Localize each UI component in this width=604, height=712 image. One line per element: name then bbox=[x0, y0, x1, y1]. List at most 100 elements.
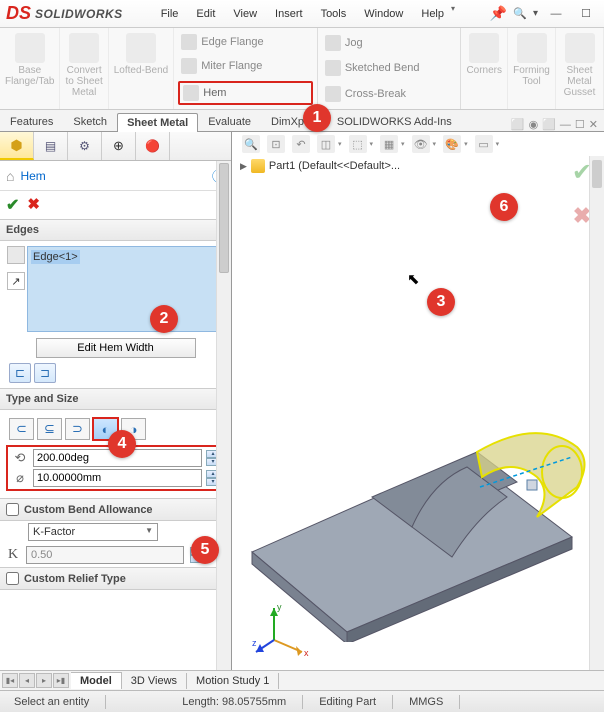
viewport-scrollbar[interactable] bbox=[589, 156, 604, 670]
hide-show-icon[interactable]: 👁 bbox=[412, 135, 430, 153]
menu-insert[interactable]: Insert bbox=[267, 4, 311, 24]
ribbon-jog[interactable]: Jog bbox=[322, 33, 457, 53]
tab-addins[interactable]: SOLIDWORKS Add-Ins bbox=[327, 112, 462, 131]
ds-logo-icon: DS bbox=[6, 3, 31, 24]
close-mdi-icon[interactable]: ✕ bbox=[589, 118, 598, 131]
maximize-button[interactable]: ☐ bbox=[574, 5, 598, 23]
panel-tab-feature[interactable]: ⬢ bbox=[0, 132, 34, 160]
ribbon-corners[interactable]: Corners bbox=[461, 28, 508, 109]
tab-evaluate[interactable]: Evaluate bbox=[198, 112, 261, 131]
viewport-nav-icon[interactable]: ◉ bbox=[529, 118, 539, 131]
hem-type-closed-icon[interactable]: ⊂ bbox=[9, 418, 34, 440]
tab-sheet-metal[interactable]: Sheet Metal bbox=[117, 113, 198, 133]
ribbon: Base Flange/Tab Convert to Sheet Metal L… bbox=[0, 28, 604, 110]
mouse-cursor-icon: ⬉ bbox=[407, 270, 420, 288]
feature-tree-icon: ⬢ bbox=[10, 137, 22, 154]
custom-relief-checkbox[interactable] bbox=[6, 572, 19, 585]
menu-window[interactable]: Window bbox=[356, 4, 411, 24]
nav-prev-icon[interactable]: ◂ bbox=[19, 673, 35, 688]
nav-next-icon[interactable]: ▸ bbox=[36, 673, 52, 688]
nav-last-icon[interactable]: ▸▮ bbox=[53, 673, 69, 688]
ok-button[interactable]: ✔ bbox=[6, 195, 19, 215]
ribbon-forming-tool[interactable]: Forming Tool bbox=[508, 28, 556, 109]
bottom-tab-3dviews[interactable]: 3D Views bbox=[122, 673, 187, 689]
ribbon-gusset[interactable]: Sheet Metal Gusset bbox=[556, 28, 604, 109]
menu-view[interactable]: View bbox=[225, 4, 265, 24]
hem-type-teardrop-icon[interactable]: ⊃ bbox=[65, 418, 90, 440]
k-factor-input[interactable] bbox=[26, 546, 184, 564]
type-size-header[interactable]: Type and Size⌃ bbox=[0, 389, 231, 410]
annotation-badge-2: 2 bbox=[150, 305, 178, 333]
edge-item[interactable]: Edge<1> bbox=[31, 250, 80, 264]
flyout-tree[interactable]: ▶ Part1 (Default<<Default>... bbox=[232, 156, 604, 176]
viewport-nav-prev-icon[interactable]: ⬜ bbox=[511, 118, 525, 131]
edge-selection-list[interactable]: Edge<1> bbox=[27, 246, 226, 332]
material-outside-icon[interactable]: ⊐ bbox=[34, 363, 56, 383]
panel-scrollbar[interactable] bbox=[216, 161, 231, 670]
reverse-direction-icon[interactable]: ↗ bbox=[7, 272, 25, 290]
prev-view-icon[interactable]: ↶ bbox=[292, 135, 310, 153]
material-inside-icon[interactable]: ⊏ bbox=[9, 363, 31, 383]
status-units[interactable]: MMGS bbox=[401, 696, 451, 708]
panel-tab-property[interactable]: ▤ bbox=[34, 132, 68, 160]
ribbon-miter-flange[interactable]: Miter Flange bbox=[178, 56, 313, 76]
restore-mdi-icon[interactable]: ☐ bbox=[575, 118, 585, 131]
bend-allowance-select[interactable]: K-Factor▼ bbox=[28, 523, 158, 541]
expand-icon[interactable]: ▶ bbox=[240, 161, 247, 172]
bottom-tab-model[interactable]: Model bbox=[71, 672, 122, 689]
angle-icon: ⟲ bbox=[11, 449, 29, 467]
menu-edit[interactable]: Edit bbox=[188, 4, 223, 24]
panel-tab-config[interactable]: ⚙ bbox=[68, 132, 102, 160]
ribbon-lofted-bend[interactable]: Lofted-Bend bbox=[109, 28, 175, 109]
minimize-button[interactable]: — bbox=[544, 5, 568, 23]
status-prompt: Select an entity bbox=[6, 696, 97, 708]
tab-features[interactable]: Features bbox=[0, 112, 63, 131]
ribbon-convert[interactable]: Convert to Sheet Metal bbox=[60, 28, 108, 109]
custom-bend-checkbox[interactable] bbox=[6, 503, 19, 516]
relief-group: Custom Relief Type ⌃ bbox=[0, 567, 231, 590]
app-name: SOLIDWORKS bbox=[35, 7, 123, 21]
scene-icon[interactable]: ▭ bbox=[475, 135, 493, 153]
ribbon-hem[interactable]: Hem bbox=[178, 81, 313, 105]
panel-tab-appearance[interactable]: 🔴 bbox=[136, 132, 170, 160]
edge-select-icon[interactable] bbox=[7, 246, 25, 264]
ribbon-sketched-bend[interactable]: Sketched Bend bbox=[322, 58, 457, 78]
pin-icon[interactable]: 📌 bbox=[490, 5, 507, 22]
nav-first-icon[interactable]: ▮◂ bbox=[2, 673, 18, 688]
title-bar: DS SOLIDWORKS File Edit View Insert Tool… bbox=[0, 0, 604, 28]
tab-sketch[interactable]: Sketch bbox=[63, 112, 117, 131]
edit-hem-width-button[interactable]: Edit Hem Width bbox=[36, 338, 196, 358]
part-name[interactable]: Part1 (Default<<Default>... bbox=[269, 160, 400, 172]
appearance-edit-icon[interactable]: 🎨 bbox=[443, 135, 461, 153]
search-icon[interactable]: 🔍 bbox=[513, 7, 527, 20]
search-chevron-icon[interactable]: ▾ bbox=[533, 8, 538, 19]
annotation-badge-4: 4 bbox=[108, 430, 136, 458]
cancel-button[interactable]: ✖ bbox=[27, 195, 40, 215]
menu-tools[interactable]: Tools bbox=[313, 4, 355, 24]
menu-file[interactable]: File bbox=[153, 4, 187, 24]
minimize-mdi-icon[interactable]: — bbox=[560, 119, 571, 131]
zoom-fit-icon[interactable]: 🔍 bbox=[242, 135, 260, 153]
view-orient-icon[interactable]: ⬚ bbox=[349, 135, 367, 153]
zoom-area-icon[interactable]: ⊡ bbox=[267, 135, 285, 153]
ribbon-base-flange[interactable]: Base Flange/Tab bbox=[0, 28, 60, 109]
hem-type-open-icon[interactable]: ⊆ bbox=[37, 418, 62, 440]
radius-input[interactable] bbox=[33, 469, 202, 487]
bottom-tab-motion[interactable]: Motion Study 1 bbox=[187, 673, 279, 689]
custom-bend-header[interactable]: Custom Bend Allowance ⌃ bbox=[0, 499, 231, 521]
custom-relief-header[interactable]: Custom Relief Type ⌃ bbox=[0, 568, 231, 590]
panel-tab-dim[interactable]: ⊕ bbox=[102, 132, 136, 160]
status-length: Length: 98.05755mm bbox=[174, 696, 294, 708]
material-side-icons: ⊏ ⊐ bbox=[5, 363, 226, 383]
ribbon-edge-flange[interactable]: Edge Flange bbox=[178, 32, 313, 52]
view-toolbar: 🔍 ⊡ ↶ ◫▾ ⬚▾ ▦▾ 👁▾ 🎨▾ ▭▾ bbox=[232, 132, 604, 156]
edges-header[interactable]: Edges⌃ bbox=[0, 220, 231, 241]
orientation-triad[interactable]: x y z bbox=[252, 598, 312, 658]
viewport-nav-next-icon[interactable]: ⬜ bbox=[542, 118, 556, 131]
graphics-viewport[interactable]: 🔍 ⊡ ↶ ◫▾ ⬚▾ ▦▾ 👁▾ 🎨▾ ▭▾ ▶ Part1 (Default… bbox=[232, 132, 604, 670]
display-style-icon[interactable]: ▦ bbox=[380, 135, 398, 153]
help-chevron-icon[interactable]: ▾ bbox=[451, 4, 455, 24]
ribbon-cross-break[interactable]: Cross-Break bbox=[322, 84, 457, 104]
section-view-icon[interactable]: ◫ bbox=[317, 135, 335, 153]
menu-help[interactable]: Help bbox=[413, 4, 452, 24]
